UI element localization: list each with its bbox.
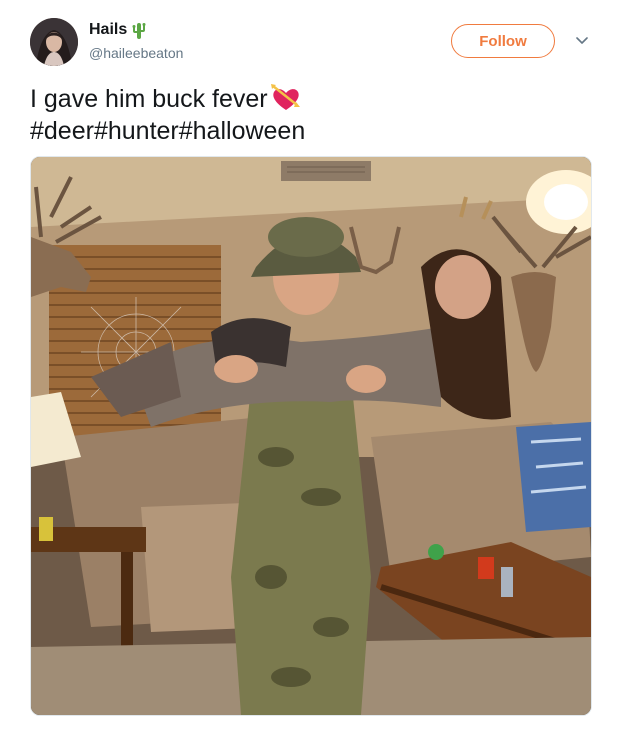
heart-with-arrow-icon [270, 83, 302, 113]
tweet-photo[interactable] [30, 156, 592, 716]
tweet-line-1-text: I gave him buck fever [30, 85, 268, 113]
hashtag-link[interactable]: #halloween [179, 117, 306, 145]
avatar-image [30, 18, 78, 66]
hashtag-link[interactable]: #hunter [94, 117, 179, 145]
cactus-icon [130, 20, 148, 40]
chevron-down-icon[interactable] [576, 36, 588, 46]
display-name[interactable]: Hails [89, 20, 127, 40]
follow-button[interactable]: Follow [451, 24, 555, 58]
photo-image [31, 157, 591, 715]
tweet-text: I gave him buck fever #deer#hunter#hallo… [30, 83, 590, 147]
user-handle[interactable]: @haileebeaton [89, 44, 183, 62]
tweet-card: Hails @haileebeaton Follow I gave him bu… [0, 0, 619, 732]
tweet-line-2: #deer#hunter#halloween [30, 115, 590, 147]
name-row: Hails [89, 20, 148, 40]
avatar[interactable] [30, 18, 78, 66]
tweet-line-1: I gave him buck fever [30, 83, 590, 115]
hashtag-link[interactable]: #deer [30, 117, 94, 145]
